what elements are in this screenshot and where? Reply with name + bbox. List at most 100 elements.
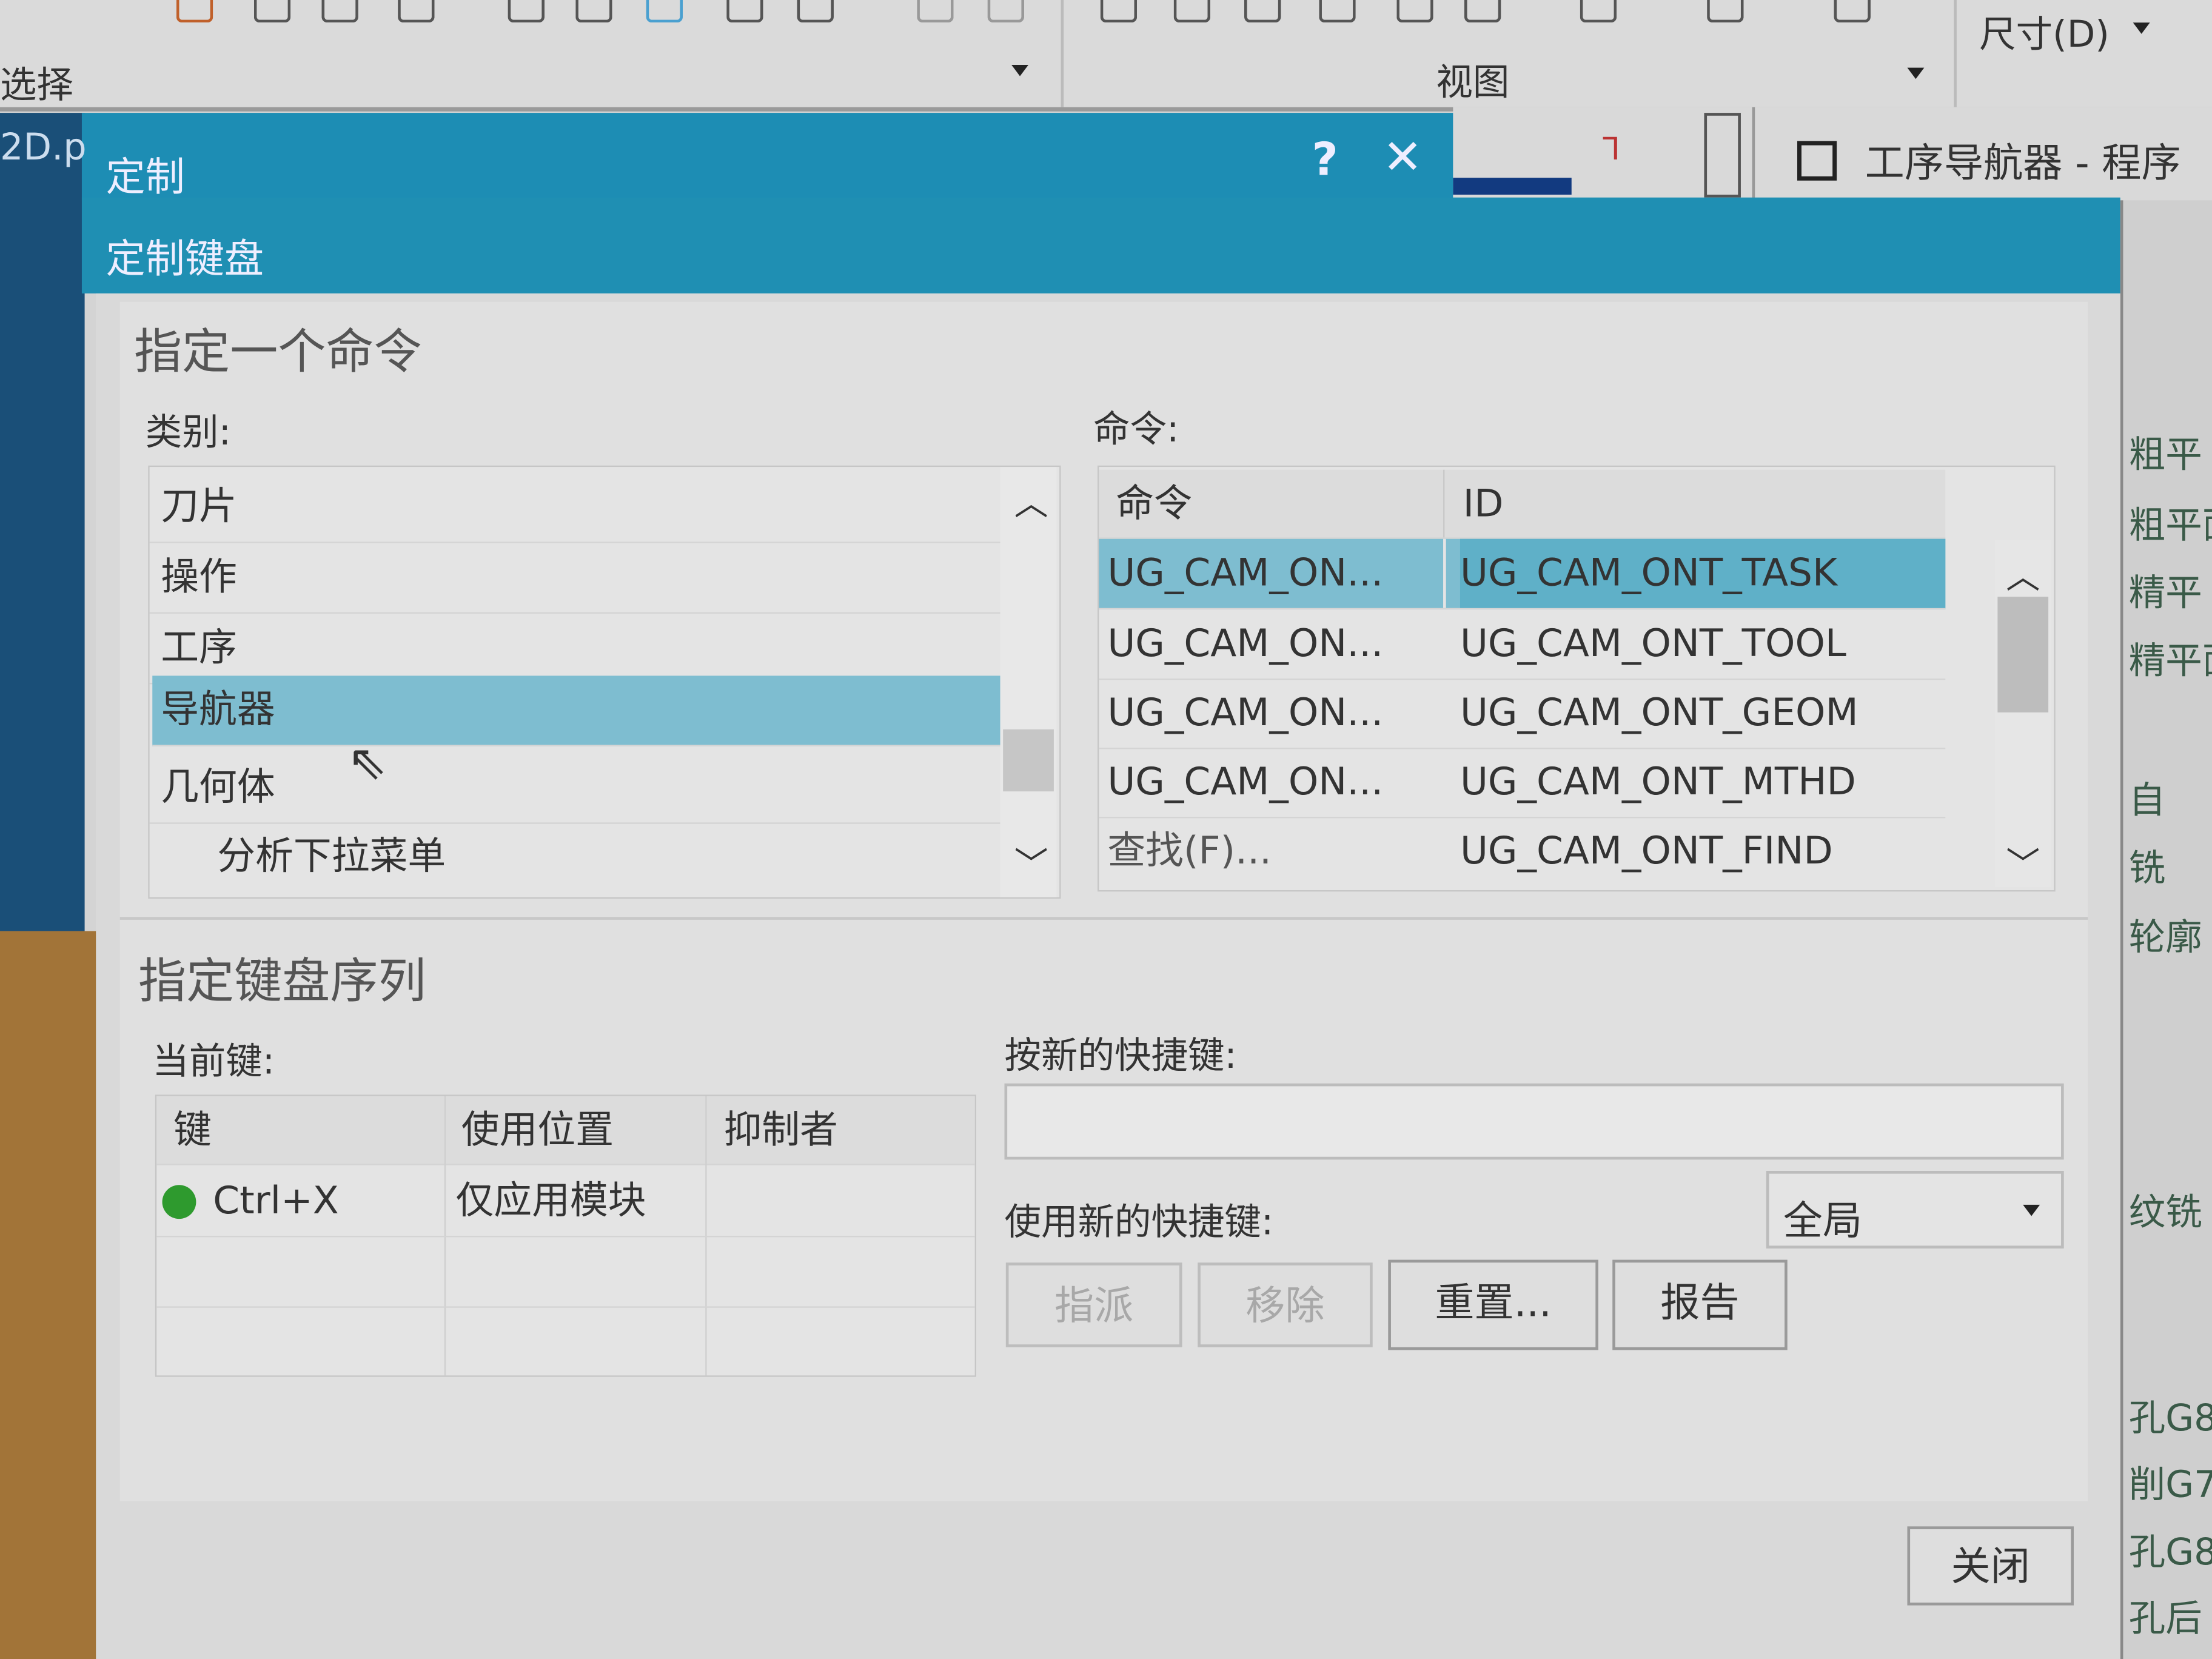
view-icon[interactable]	[1396, 0, 1433, 23]
list-item-category[interactable]: 刀片	[149, 472, 1008, 543]
dropdown-arrow-icon[interactable]	[2023, 1204, 2040, 1216]
dropdown-arrow-icon[interactable]	[1011, 65, 1029, 76]
item-label: 刀片	[161, 485, 237, 529]
table-row-empty	[156, 1237, 975, 1308]
view-icon[interactable]	[1464, 0, 1501, 23]
view-icon[interactable]	[1244, 0, 1281, 23]
tool-icon[interactable]	[575, 0, 612, 23]
tool-icon[interactable]	[797, 0, 834, 23]
item-label: 导航器	[161, 688, 275, 732]
checkbox[interactable]	[1797, 141, 1837, 181]
cell-command: UG_CAM_ON...	[1107, 691, 1384, 736]
cell-id: UG_CAM_ONT_GEOM	[1460, 691, 1858, 736]
list-item: 孔G8	[2128, 1532, 2212, 1575]
column-header-suppressor[interactable]: 抑制者	[724, 1096, 838, 1165]
tool-icon[interactable]	[508, 0, 545, 23]
assign-button[interactable]: 指派	[1005, 1262, 1182, 1347]
toolbar-icon[interactable]: ᒣ	[1601, 133, 1620, 168]
cell-id: UG_CAM_ONT_TOOL	[1460, 622, 1846, 666]
column-header-location[interactable]: 使用位置	[461, 1096, 614, 1165]
item-label: 操作	[161, 555, 237, 600]
tool-icon[interactable]	[646, 0, 683, 23]
dropdown-arrow-icon[interactable]	[2133, 22, 2150, 34]
new-shortcut-label: 按新的快捷键:	[1004, 1035, 1237, 1078]
dropdown-arrow-icon[interactable]	[1907, 67, 1925, 79]
dimension-menu[interactable]: 尺寸(D)	[1979, 5, 2110, 58]
tool-icon[interactable]	[321, 0, 358, 23]
column-header-id[interactable]: ID	[1463, 470, 1504, 539]
reset-button[interactable]: 重置...	[1388, 1259, 1598, 1350]
table-row[interactable]: Ctrl+X 仅应用模块	[156, 1167, 975, 1238]
use-shortcut-label: 使用新的快捷键:	[1004, 1202, 1274, 1244]
list-item: 纹铣	[2128, 1191, 2202, 1235]
list-item: 自	[2128, 780, 2166, 823]
command-label: 命令:	[1093, 409, 1179, 452]
tool-icon[interactable]	[176, 0, 213, 23]
list-item-category[interactable]: 工序	[149, 614, 1008, 685]
dialog-titlebar[interactable]: 定制 ? ✕	[81, 113, 1453, 201]
view-icon[interactable]	[1100, 0, 1138, 23]
table-header: 键 使用位置 抑制者	[156, 1096, 975, 1165]
mouse-cursor-icon: ⇖	[347, 735, 387, 792]
report-button[interactable]: 报告	[1612, 1259, 1788, 1350]
tool-icon[interactable]	[253, 0, 291, 23]
view-icon[interactable]	[1173, 0, 1211, 23]
dialog-title: 定制	[106, 153, 185, 201]
view-icon[interactable]	[1834, 0, 1871, 23]
command-table[interactable]: 命令 ID UG_CAM_ON... UG_CAM_ONT_TASK UG_CA…	[1098, 465, 2056, 892]
chevron-up-icon[interactable]: ︿	[2006, 549, 2040, 598]
list-item-category-selected[interactable]: 导航器	[152, 675, 1005, 746]
table-row[interactable]: UG_CAM_ON... UG_CAM_ONT_TOOL	[1099, 609, 1946, 680]
list-item-category[interactable]: 几何体	[149, 753, 1008, 824]
screen: 选择 视图 尺寸(D) 2D.p ᒣ 工序导航器 - 程序 定制 ? ✕ 定制键…	[0, 0, 2212, 1659]
list-item-category[interactable]: 操作	[149, 543, 1008, 614]
cell-command: UG_CAM_ON...	[1107, 622, 1384, 666]
column-header-key[interactable]: 键	[173, 1096, 212, 1165]
remove-button[interactable]: 移除	[1198, 1262, 1373, 1347]
divider	[1443, 538, 1446, 608]
cell-command: 查找(F)...	[1107, 829, 1272, 874]
chevron-down-icon[interactable]: ﹀	[2006, 837, 2040, 886]
table-row[interactable]: UG_CAM_ON... UG_CAM_ONT_MTHD	[1099, 748, 1946, 819]
tool-icon[interactable]	[987, 0, 1025, 23]
cell-id: UG_CAM_ONT_MTHD	[1460, 760, 1856, 805]
category-scrollbar[interactable]: ︿ ﹀	[1000, 467, 1057, 897]
tool-icon[interactable]	[917, 0, 954, 23]
tool-icon[interactable]	[398, 0, 435, 23]
table-row[interactable]: 查找(F)... UG_CAM_ONT_FIND	[1099, 817, 1945, 886]
help-button[interactable]: ?	[1312, 133, 1338, 186]
view-icon[interactable]	[1319, 0, 1356, 23]
close-button[interactable]: 关闭	[1907, 1526, 2074, 1606]
accent-bar	[1453, 178, 1572, 195]
file-tab-fragment[interactable]: 2D.p	[0, 127, 87, 169]
ribbon-toolbar: 选择 视图 尺寸(D)	[0, 0, 2212, 112]
scope-dropdown[interactable]: 全局	[1766, 1171, 2064, 1248]
divider	[1061, 0, 1064, 107]
chevron-up-icon[interactable]: ︿	[1014, 475, 1048, 525]
table-header: 命令 ID	[1099, 469, 1946, 539]
table-row-selected[interactable]: UG_CAM_ON... UG_CAM_ONT_TASK	[1099, 538, 1946, 610]
list-item: 孔G8	[2128, 1398, 2212, 1441]
scrollbar-thumb[interactable]	[1003, 729, 1054, 792]
scrollbar-thumb[interactable]	[1997, 597, 2049, 712]
command-scrollbar[interactable]: ︿ ﹀	[1994, 540, 2051, 888]
tool-icon[interactable]	[726, 0, 763, 23]
background-left-panel	[0, 113, 85, 931]
new-shortcut-input[interactable]	[1004, 1083, 2064, 1160]
section-title-command: 指定一个命令	[134, 324, 422, 381]
select-group-label: 选择	[0, 65, 74, 107]
current-keys-table[interactable]: 键 使用位置 抑制者 Ctrl+X 仅应用模块	[155, 1094, 976, 1377]
category-list[interactable]: 刀片 操作 工序 导航器 几何体 分析下拉菜单 ⇖ ︿ ﹀	[148, 465, 1061, 899]
current-keys-label: 当前键:	[152, 1041, 275, 1084]
column-header-command[interactable]: 命令	[1116, 470, 1192, 539]
cell-location: 仅应用模块	[455, 1179, 646, 1224]
close-icon[interactable]: ✕	[1382, 130, 1423, 186]
chevron-down-icon[interactable]: ﹀	[1014, 837, 1048, 886]
panel-icon[interactable]	[1704, 113, 1741, 198]
list-item-category[interactable]: 分析下拉菜单	[150, 822, 1008, 891]
list-item: 粗平面	[2128, 504, 2212, 548]
divider	[119, 917, 2088, 920]
view-icon[interactable]	[1707, 0, 1744, 23]
table-row[interactable]: UG_CAM_ON... UG_CAM_ONT_GEOM	[1099, 679, 1946, 749]
view-icon[interactable]	[1580, 0, 1617, 23]
